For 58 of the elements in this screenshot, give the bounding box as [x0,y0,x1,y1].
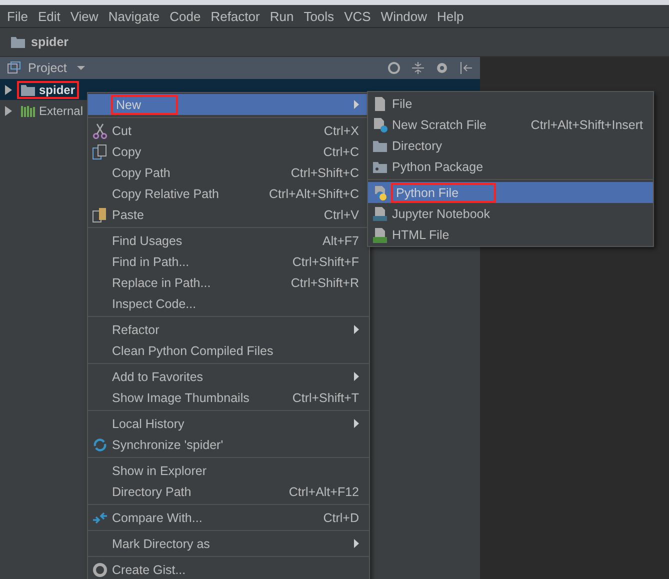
menu-item[interactable]: Replace in Path... Ctrl+Shift+R [88,272,369,293]
menu-item[interactable]: Clean Python Compiled Files [88,340,369,361]
menu-item[interactable]: Refactor [206,8,265,24]
clipboard-icon [92,206,108,222]
collapse-icon [410,60,426,76]
menu-item[interactable]: File [2,8,33,24]
menu-item[interactable]: Python Package [368,156,653,177]
locate-icon [386,60,402,76]
menu-item[interactable]: Show Image Thumbnails Ctrl+Shift+T [88,387,369,408]
menu-item[interactable]: Directory Path Ctrl+Alt+F12 [88,481,369,502]
menu-item[interactable]: Tools [298,8,340,24]
menu-item[interactable]: Mark Directory as [88,533,369,554]
menu-item[interactable]: Run [264,8,299,24]
menu-item[interactable]: Copy Relative Path Ctrl+Alt+Shift+C [88,183,369,204]
menu-item[interactable]: Inspect Code... [88,293,369,314]
menu-item[interactable]: Python File [368,182,653,203]
menu-item[interactable]: Paste Ctrl+V [88,204,369,225]
menu-item[interactable]: Code [164,8,206,24]
menu-item[interactable]: VCS [339,8,376,24]
menu-item[interactable]: Directory [368,135,653,156]
menu-item[interactable]: Refactor [88,319,369,340]
file-icon [372,96,388,112]
python-file-icon [372,184,388,200]
menu-item[interactable]: New [88,94,369,115]
menu-item[interactable]: Cut Ctrl+X [88,120,369,141]
folder-icon [10,34,26,50]
menu-item[interactable]: Local History [88,413,369,434]
menu-item[interactable]: Window [376,8,432,24]
breadcrumb[interactable]: spider [31,35,69,49]
menu-item[interactable]: Help [432,8,469,24]
menu-item[interactable]: HTML File [368,224,653,245]
menu-item[interactable]: Synchronize 'spider' [88,434,369,455]
menu-item[interactable]: File [368,93,653,114]
menu-item[interactable]: Add to Favorites [88,366,369,387]
menu-item[interactable]: Navigate [103,8,165,24]
menu-item[interactable]: Jupyter Notebook [368,203,653,224]
hide-icon [458,60,474,76]
menu-item[interactable]: Copy Ctrl+C [88,141,369,162]
menu-item[interactable]: Copy Path Ctrl+Shift+C [88,162,369,183]
menu-item[interactable]: Edit [32,8,66,24]
menu-item[interactable]: New Scratch File Ctrl+Alt+Shift+Insert [368,114,653,135]
scissors-icon [92,122,108,138]
menu-item[interactable]: View [65,8,104,24]
sync-icon [92,436,108,452]
menu-item[interactable]: Compare With... Ctrl+D [88,507,369,528]
html-file-icon [372,226,388,242]
scratch-file-icon [372,116,388,132]
compare-icon [92,510,108,526]
menu-item[interactable]: Create Gist... [88,559,369,579]
menu-item[interactable]: Find Usages Alt+F7 [88,230,369,251]
panel-title[interactable]: Project [28,61,67,75]
copy-icon [92,144,108,160]
tree-item[interactable]: spider [18,82,78,98]
menu-item[interactable]: Show in Explorer [88,460,369,481]
tree-item[interactable]: External [18,102,86,118]
notebook-icon [372,206,388,222]
menu-item[interactable]: Find in Path... Ctrl+Shift+F [88,251,369,272]
project-icon [6,60,22,76]
